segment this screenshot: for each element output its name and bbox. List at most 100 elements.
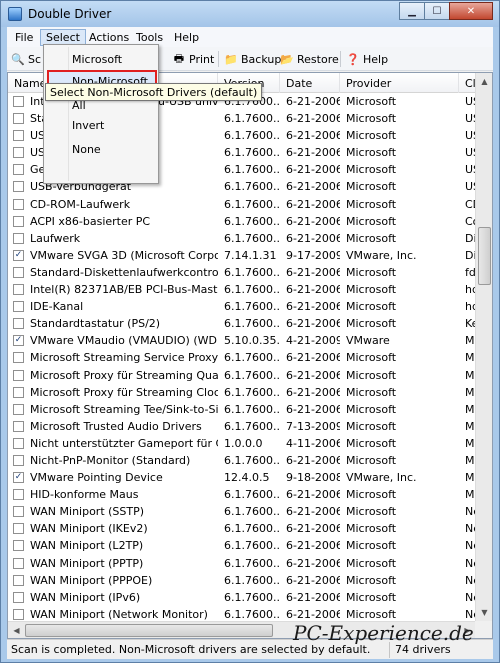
row-checkbox[interactable]	[13, 352, 24, 364]
window-controls: ▁ ☐ ✕	[399, 2, 493, 20]
table-row[interactable]: HID-konforme Maus 6.1.7600.... 6-21-2006 Mi…	[8, 486, 479, 503]
row-checkbox[interactable]	[13, 489, 24, 501]
row-checkbox[interactable]: ✓	[13, 335, 24, 347]
row-checkbox[interactable]	[13, 113, 24, 125]
table-row[interactable]: WAN Miniport (IKEv2) 6.1.7600.... 6-21-200…	[8, 520, 479, 537]
table-row[interactable]: Standard-Diskettenlaufwerkcontroller 6.1.…	[8, 264, 479, 281]
cell-name: WAN Miniport (SSTP)	[30, 505, 145, 519]
cell-name: Microsoft Proxy für Streaming Quality...	[30, 368, 218, 382]
table-row[interactable]: Standardtastatur (PS/2) 6.1.7600.... 6-21-…	[8, 315, 478, 332]
cell-name: IDE-Kanal	[30, 300, 84, 314]
cell-version: 6.1.7600....	[224, 522, 280, 536]
cell-version: 6.1.7600....	[224, 180, 280, 194]
table-row[interactable]: Microsoft Streaming Tee/Sink-to-Sink... 6…	[8, 401, 479, 418]
cell-provider: Microsoft	[346, 351, 397, 365]
table-row[interactable]: ✓ VMware SVGA 3D (Microsoft Corporat... 7.…	[8, 247, 479, 264]
cell-version: 6.1.7600....	[224, 112, 280, 126]
table-row[interactable]: Microsoft Streaming Service Proxy 6.1.760…	[8, 349, 479, 366]
table-row[interactable]: WAN Miniport (PPTP) 6.1.7600.... 6-21-2006…	[8, 555, 479, 572]
row-checkbox[interactable]	[13, 386, 24, 398]
menu-item-none[interactable]: None	[72, 143, 101, 156]
cell-version: 6.1.7600....	[224, 197, 280, 211]
table-row[interactable]: WAN Miniport (SSTP) 6.1.7600.... 6-21-2006…	[8, 503, 479, 520]
cell-date: 7-13-2009	[286, 419, 340, 433]
cell-name: Intel(R) 82371AB/EB PCI-Bus-Master-I...	[30, 283, 218, 297]
table-row[interactable]: CD-ROM-Laufwerk 6.1.7600.... 6-21-2006 Micr…	[8, 196, 479, 213]
cell-date: 6-21-2006	[286, 351, 340, 365]
table-row[interactable]: Microsoft Proxy für Streaming Quality...…	[8, 367, 479, 384]
minimize-button[interactable]: ▁	[399, 2, 425, 20]
cell-name: ACPI x86-basierter PC	[30, 214, 151, 228]
row-checkbox[interactable]	[13, 147, 24, 159]
row-checkbox[interactable]: ✓	[13, 249, 24, 261]
row-checkbox[interactable]	[13, 164, 24, 176]
restore-icon: 📂	[280, 52, 294, 66]
row-checkbox[interactable]	[13, 437, 24, 449]
row-checkbox[interactable]	[13, 318, 24, 330]
cell-name: WAN Miniport (IKEv2)	[30, 522, 148, 536]
table-row[interactable]: Laufwerk6.1.7600....6-21-2006MicrosoftDi…	[8, 230, 479, 247]
cell-provider: Microsoft	[346, 453, 397, 467]
menu-item-invert[interactable]: Invert	[72, 119, 104, 132]
scroll-up-icon[interactable]: ▲	[476, 73, 492, 90]
row-checkbox[interactable]	[13, 181, 24, 193]
menu-help[interactable]: Help	[168, 29, 205, 46]
table-row[interactable]: Nicht-PnP-Monitor (Standard) 6.1.7600....…	[8, 452, 479, 469]
column-header-provider[interactable]: Provider	[340, 73, 459, 93]
scan-button[interactable]: 🔍 Sc	[11, 51, 41, 67]
table-row[interactable]: Microsoft Trusted Audio Drivers 6.1.7600.…	[8, 418, 479, 435]
horizontal-scroll-thumb[interactable]	[25, 624, 273, 637]
row-checkbox[interactable]	[13, 608, 24, 620]
row-checkbox[interactable]	[13, 540, 24, 552]
scroll-down-icon[interactable]: ▼	[476, 604, 492, 621]
scroll-left-icon[interactable]: ◀	[8, 622, 25, 638]
row-checkbox[interactable]	[13, 96, 24, 107]
table-row[interactable]: WAN Miniport (IPv6) 6.1.7600.... 6-21-2006…	[8, 589, 479, 606]
table-row[interactable]: WAN Miniport (PPPOE) 6.1.7600.... 6-21-200…	[8, 572, 479, 589]
table-row[interactable]: Nicht unterstützter Gameport für Crea...…	[8, 435, 479, 452]
table-row[interactable]: ACPI x86-basierter PC 6.1.7600.... 6-21-20…	[8, 213, 479, 230]
maximize-button[interactable]: ☐	[424, 2, 450, 20]
vertical-scrollbar[interactable]: ▲ ▼	[475, 73, 492, 621]
cell-version: 6.1.7600....	[224, 385, 280, 399]
cell-date: 6-21-2006	[286, 146, 340, 160]
backup-button[interactable]: 📁 Backup	[224, 51, 281, 67]
menu-item-microsoft[interactable]: Microsoft	[72, 53, 122, 66]
cell-date: 6-21-2006	[286, 317, 340, 331]
row-checkbox[interactable]	[13, 215, 24, 227]
row-checkbox[interactable]	[13, 369, 24, 381]
row-checkbox[interactable]	[13, 454, 24, 466]
row-checkbox[interactable]	[13, 232, 24, 244]
table-row[interactable]: ✓ VMware VMaudio (VMAUDIO) (WDM) 5.10.0.35…	[8, 332, 479, 349]
close-button[interactable]: ✕	[449, 2, 493, 20]
help-button[interactable]: ❓ Help	[346, 51, 388, 67]
row-checkbox[interactable]	[13, 403, 24, 415]
row-checkbox[interactable]	[13, 266, 24, 278]
table-row[interactable]: Microsoft Proxy für Streaming Clock 6.1.7…	[8, 384, 479, 401]
window-title: Double Driver	[28, 7, 112, 21]
table-row[interactable]: Intel(R) 82371AB/EB PCI-Bus-Master-I... 6…	[8, 281, 479, 298]
table-row[interactable]: IDE-Kanal6.1.7600....6-21-2006Microsofth…	[8, 298, 479, 315]
row-checkbox[interactable]	[13, 506, 24, 518]
print-button[interactable]: 🖶 Print	[172, 51, 215, 67]
row-checkbox[interactable]	[13, 130, 24, 142]
table-row[interactable]: WAN Miniport (L2TP) 6.1.7600.... 6-21-2006…	[8, 537, 479, 554]
table-row[interactable]: ✓ VMware Pointing Device 12.4.0.5 9-18-2008…	[8, 469, 479, 486]
row-checkbox[interactable]	[13, 523, 24, 535]
row-checkbox[interactable]	[13, 198, 24, 210]
row-checkbox[interactable]	[13, 420, 24, 432]
cell-provider: Microsoft	[346, 231, 397, 245]
vertical-scroll-thumb[interactable]	[478, 227, 491, 285]
row-checkbox[interactable]: ✓	[13, 472, 24, 484]
row-checkbox[interactable]	[13, 284, 24, 296]
menu-gutter	[68, 47, 69, 181]
restore-button[interactable]: 📂 Restore	[280, 51, 339, 67]
row-checkbox[interactable]	[13, 557, 24, 569]
title-bar[interactable]: Double Driver ▁ ☐ ✕	[1, 1, 499, 27]
cell-version: 6.1.7600....	[224, 214, 280, 228]
row-checkbox[interactable]	[13, 591, 24, 603]
menu-file[interactable]: File	[9, 29, 39, 46]
column-header-date[interactable]: Date	[280, 73, 340, 93]
row-checkbox[interactable]	[13, 574, 24, 586]
row-checkbox[interactable]	[13, 301, 24, 313]
